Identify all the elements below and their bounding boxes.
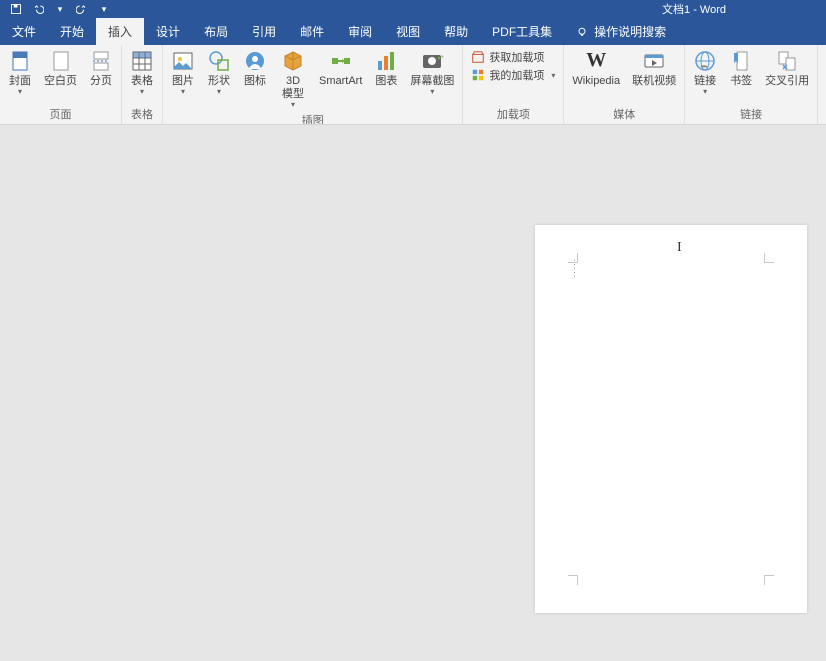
save-icon[interactable]	[10, 3, 22, 15]
group-tables-label: 表格	[126, 105, 158, 124]
ribbon: 封面▾ 空白页 分页 页面 表格▾ 表格 图片▾	[0, 45, 826, 125]
blank-page-button[interactable]: 空白页	[40, 47, 81, 90]
tab-view[interactable]: 视图	[384, 18, 432, 45]
group-tables: 表格▾ 表格	[122, 45, 163, 124]
text-cursor-icon: I	[677, 240, 682, 256]
group-illustrations: 图片▾ 形状▾ 图标 3D 模型▾ SmartArt 图表	[163, 45, 463, 124]
icons-icon	[243, 49, 267, 73]
link-icon	[693, 49, 717, 73]
group-links-label: 链接	[689, 105, 813, 124]
group-links: 链接▾ 书签 交叉引用 链接	[685, 45, 818, 124]
group-comments-label: 批注	[822, 105, 826, 124]
pictures-icon	[171, 49, 195, 73]
quick-access-toolbar: ▾ ▾	[0, 3, 110, 15]
group-illustrations-label: 插图	[167, 111, 458, 125]
shapes-icon	[207, 49, 231, 73]
paragraph-marks: ·····	[573, 258, 575, 278]
tab-file[interactable]: 文件	[0, 18, 48, 45]
group-pages-label: 页面	[4, 105, 117, 124]
group-media: W Wikipedia 联机视频 媒体	[564, 45, 685, 124]
tab-review[interactable]: 审阅	[336, 18, 384, 45]
get-addins-button[interactable]: 获取加载项	[471, 49, 555, 65]
document-page[interactable]: I ·····	[535, 225, 807, 613]
wikipedia-button[interactable]: W Wikipedia	[568, 47, 624, 90]
table-button[interactable]: 表格▾	[126, 47, 158, 98]
margin-corner-icon	[568, 575, 578, 585]
blank-page-icon	[49, 49, 73, 73]
smartart-button[interactable]: SmartArt	[315, 47, 366, 90]
crossref-button[interactable]: 交叉引用	[761, 47, 813, 90]
addins-icon	[471, 68, 485, 82]
page-break-button[interactable]: 分页	[85, 47, 117, 90]
bookmark-icon	[729, 49, 753, 73]
tab-mailings[interactable]: 邮件	[288, 18, 336, 45]
crossref-icon	[775, 49, 799, 73]
tell-me-label: 操作说明搜索	[594, 23, 666, 40]
undo-dropdown-icon[interactable]: ▾	[54, 3, 66, 15]
comment-button[interactable]: + 批注	[822, 47, 826, 90]
margin-corner-icon	[764, 575, 774, 585]
my-addins-button[interactable]: 我的加载项▾	[471, 67, 555, 83]
table-icon	[130, 49, 154, 73]
smartart-icon	[329, 49, 353, 73]
window-title: 文档1 - Word	[662, 1, 726, 17]
tab-help[interactable]: 帮助	[432, 18, 480, 45]
group-media-label: 媒体	[568, 105, 680, 124]
shapes-button[interactable]: 形状▾	[203, 47, 235, 98]
tab-design[interactable]: 设计	[144, 18, 192, 45]
tab-references[interactable]: 引用	[240, 18, 288, 45]
margin-corner-icon	[764, 253, 774, 263]
tab-pdf[interactable]: PDF工具集	[480, 18, 564, 45]
screenshot-icon: +	[420, 49, 444, 73]
page-break-icon	[89, 49, 113, 73]
online-video-button[interactable]: 联机视频	[628, 47, 680, 90]
screenshot-button[interactable]: + 屏幕截图▾	[406, 47, 458, 98]
svg-text:+: +	[440, 54, 444, 61]
redo-icon[interactable]	[76, 3, 88, 15]
tab-insert[interactable]: 插入	[96, 18, 144, 45]
group-comments: + 批注 批注	[818, 45, 826, 124]
group-addins: 获取加载项 我的加载项▾ 加载项	[463, 45, 564, 124]
cover-page-button[interactable]: 封面▾	[4, 47, 36, 98]
store-icon	[471, 50, 485, 64]
qat-customize-icon[interactable]: ▾	[98, 3, 110, 15]
tab-layout[interactable]: 布局	[192, 18, 240, 45]
pictures-button[interactable]: 图片▾	[167, 47, 199, 98]
undo-icon[interactable]	[32, 3, 44, 15]
group-addins-label: 加载项	[467, 105, 559, 124]
group-pages: 封面▾ 空白页 分页 页面	[0, 45, 122, 124]
tab-home[interactable]: 开始	[48, 18, 96, 45]
cover-page-icon	[8, 49, 32, 73]
chart-button[interactable]: 图表	[370, 47, 402, 90]
document-workspace[interactable]: I ·····	[0, 125, 826, 661]
video-icon	[642, 49, 666, 73]
ribbon-tabs: 文件 开始 插入 设计 布局 引用 邮件 审阅 视图 帮助 PDF工具集 操作说…	[0, 18, 826, 45]
tell-me-search[interactable]: 操作说明搜索	[564, 18, 666, 45]
bookmark-button[interactable]: 书签	[725, 47, 757, 90]
link-button[interactable]: 链接▾	[689, 47, 721, 98]
icons-button[interactable]: 图标	[239, 47, 271, 90]
title-bar: ▾ ▾ 文档1 - Word	[0, 0, 826, 18]
3d-models-button[interactable]: 3D 模型▾	[275, 47, 311, 111]
lightbulb-icon	[576, 26, 588, 38]
3d-models-icon	[281, 49, 305, 73]
wikipedia-icon: W	[584, 49, 608, 73]
chart-icon	[374, 49, 398, 73]
